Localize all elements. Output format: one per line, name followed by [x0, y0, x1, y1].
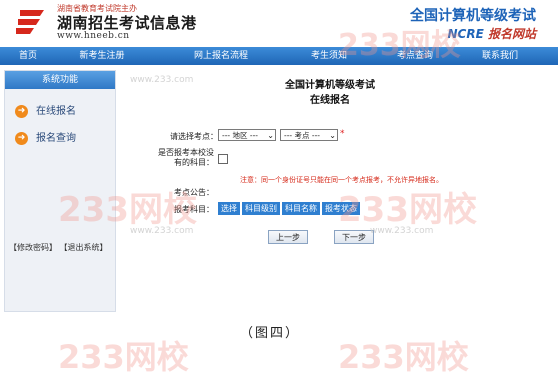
form-title-line1: 全国计算机等级考试: [285, 80, 375, 91]
main-nav: 首页 新考生注册 网上报名流程 考生须知 考点查询 联系我们: [0, 47, 558, 65]
announcement-label: 考点公告：: [174, 188, 214, 197]
local-exam-label-line2: 有的科目：: [174, 158, 214, 167]
sidebar-item-label: 在线报名: [36, 106, 76, 117]
next-step-button[interactable]: 下一步: [334, 230, 374, 244]
subject-table-header: 选择 科目级别 科目名称 报考状态: [218, 202, 362, 215]
chevron-down-icon: ⌄: [329, 131, 336, 140]
ncre-subtitle: NCRE 报名网站: [448, 25, 537, 42]
ncre-site-label: 报名网站: [487, 27, 536, 41]
required-mark: *: [340, 129, 345, 139]
site-select-value: --- 考点 ---: [284, 131, 321, 140]
sidebar-title: 系统功能: [5, 71, 115, 89]
nav-site-query[interactable]: 考点查询: [395, 47, 435, 65]
chevron-down-icon: ⌄: [267, 131, 274, 140]
region-select[interactable]: --- 地区 --- ⌄: [218, 129, 276, 141]
sidebar-item-register-query[interactable]: ➜ 报名查询: [15, 131, 76, 147]
watermark: 233网校: [338, 338, 469, 376]
watermark-url: www.233.com: [370, 226, 434, 236]
ncre-title: 全国计算机等级考试: [410, 8, 536, 24]
change-password-link[interactable]: 【修改密码】: [9, 243, 57, 252]
sidebar: 系统功能 ➜ 在线报名 ➜ 报名查询 【修改密码】 【退出系统】: [4, 70, 116, 312]
arrow-right-icon: ➜: [15, 131, 28, 145]
register-status-column-header[interactable]: 报考状态: [322, 202, 360, 215]
sidebar-account-links: 【修改密码】 【退出系统】: [9, 242, 108, 253]
form-title: 全国计算机等级考试 在线报名: [250, 78, 410, 108]
site-select[interactable]: --- 考点 --- ⌄: [280, 129, 338, 141]
subjects-label: 报考科目：: [174, 205, 214, 214]
ncre-label: NCRE: [447, 27, 484, 41]
local-exam-label-line1: 是否报考本校没: [158, 148, 214, 157]
site-url: www.hneeb.cn: [57, 31, 130, 41]
local-exam-label: 是否报考本校没 有的科目：: [140, 148, 214, 168]
subject-name-column-header[interactable]: 科目名称: [282, 202, 320, 215]
nav-contact[interactable]: 联系我们: [480, 47, 520, 65]
sidebar-item-online-register[interactable]: ➜ 在线报名: [15, 104, 76, 120]
site-select-label: 请选择考点：: [170, 132, 218, 141]
prev-step-button[interactable]: 上一步: [268, 230, 308, 244]
select-column-header[interactable]: 选择: [218, 202, 240, 215]
form-title-line2: 在线报名: [310, 95, 350, 106]
warning-notice: 注意：同一个身份证号只能在同一个考点报考，不允许异地报名。: [240, 176, 443, 184]
arrow-right-icon: ➜: [15, 104, 28, 118]
nav-register[interactable]: 新考生注册: [76, 47, 128, 65]
watermark-url: www.233.com: [130, 75, 194, 85]
nav-process[interactable]: 网上报名流程: [192, 47, 250, 65]
sidebar-item-label: 报名查询: [36, 133, 76, 144]
watermark-url: www.233.com: [130, 226, 194, 236]
nav-home[interactable]: 首页: [14, 47, 42, 65]
subject-level-column-header[interactable]: 科目级别: [242, 202, 280, 215]
site-title: 湖南招生考试信息港: [57, 14, 197, 32]
watermark: 233网校: [58, 338, 189, 376]
logout-link[interactable]: 【退出系统】: [60, 243, 108, 252]
site-header: 湖南省教育考试院主办 湖南招生考试信息港 www.hneeb.cn 全国计算机等…: [0, 0, 558, 46]
nav-notice[interactable]: 考生须知: [309, 47, 349, 65]
local-exam-checkbox[interactable]: [218, 154, 228, 164]
hneeb-logo-icon: [16, 10, 44, 34]
figure-caption: （图四）: [239, 326, 300, 341]
region-select-value: --- 地区 ---: [222, 131, 259, 140]
